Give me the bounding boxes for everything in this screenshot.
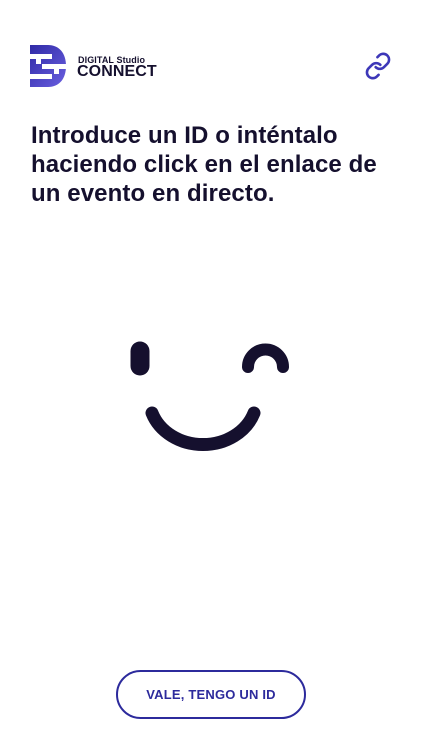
link-button[interactable] — [362, 50, 394, 82]
have-id-button[interactable]: VALE, TENGO UN ID — [116, 670, 306, 719]
smiley-wink-illustration — [130, 341, 289, 452]
brand-name-big: CONNECT — [77, 63, 157, 80]
smile-mouth — [145, 406, 261, 452]
screen: DIGITAL Studio CONNECT Introduce un ID o… — [0, 0, 422, 750]
page-title: Introduce un ID o inténtalo haciendo cli… — [31, 122, 377, 207]
right-eye-wink — [242, 343, 289, 373]
brand-logo: DIGITAL Studio CONNECT — [30, 45, 180, 89]
link-icon — [365, 52, 391, 80]
brand-mark-icon — [30, 45, 66, 87]
